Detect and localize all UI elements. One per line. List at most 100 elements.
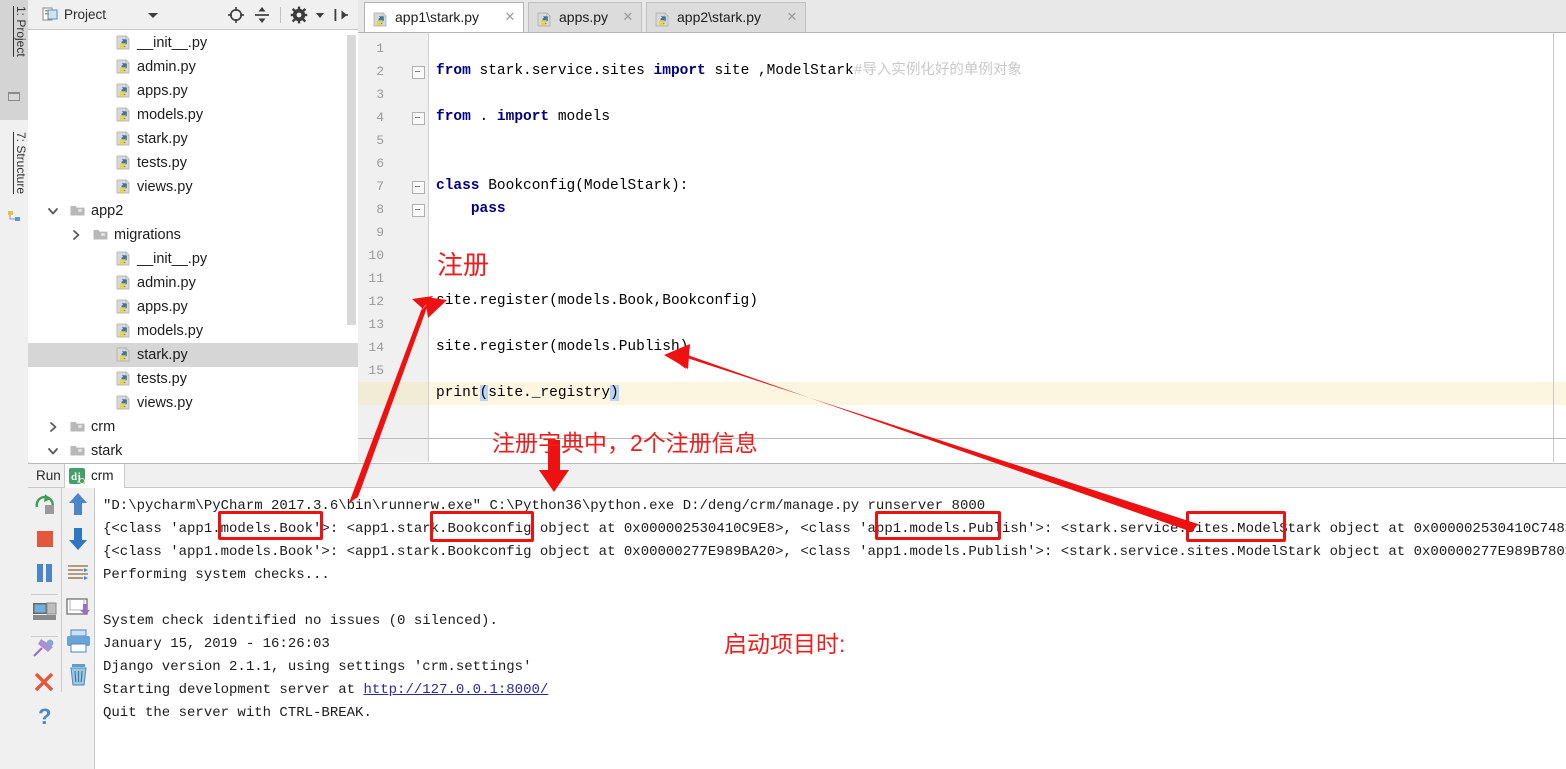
- tree-node-label: tests.py: [137, 371, 187, 387]
- annotation-register: 注册: [437, 250, 490, 280]
- tree-node-admin-py[interactable]: admin.py: [28, 271, 358, 295]
- stop-button[interactable]: [28, 522, 61, 556]
- console-line: Django version 2.1.1, using settings 'cr…: [103, 656, 531, 679]
- python-file-icon: [115, 274, 132, 291]
- editor-tab-label: app1\stark.py: [395, 9, 480, 25]
- highlight-box-models-book: [218, 511, 323, 540]
- python-file-icon: [654, 9, 671, 27]
- tree-node-models-py[interactable]: models.py: [28, 319, 358, 343]
- python-file-icon: [115, 250, 132, 267]
- tree-node-label: crm: [91, 419, 116, 435]
- tool-window-tab-structure-label: 7: Structure: [14, 132, 28, 195]
- line-number: 7: [376, 179, 384, 194]
- clear-all-button[interactable]: [62, 658, 95, 692]
- collapse-all-icon[interactable]: [251, 4, 273, 26]
- tree-node-views-py[interactable]: views.py: [28, 391, 358, 415]
- code-token: class: [436, 178, 489, 194]
- console-button[interactable]: [28, 594, 61, 628]
- tree-node-label: stark.py: [137, 347, 188, 363]
- editor-right-border: [1553, 33, 1554, 462]
- code-token: Bookconfig(ModelStark):: [488, 178, 689, 194]
- locate-icon[interactable]: [225, 4, 247, 26]
- code-fold-marker[interactable]: [412, 204, 425, 217]
- settings-gear-icon[interactable]: [289, 4, 311, 26]
- close-icon[interactable]: ✕: [622, 10, 634, 23]
- project-tree[interactable]: __init__.py admin.py apps.py models.py stark…: [28, 31, 358, 462]
- editor-gutter[interactable]: 12345678910111213141516: [358, 33, 429, 462]
- tree-node-admin-py[interactable]: admin.py: [28, 55, 358, 79]
- code-fold-marker[interactable]: [412, 181, 425, 194]
- code-token: pass: [470, 201, 506, 217]
- code-token: (: [479, 385, 489, 401]
- run-toolbar: ?: [28, 488, 95, 769]
- chevron-down-icon[interactable]: [46, 439, 60, 462]
- tree-node-views-py[interactable]: views.py: [28, 175, 358, 199]
- tree-node-label: models.py: [137, 323, 204, 339]
- editor-tab-apps-py[interactable]: apps.py ✕: [528, 2, 642, 32]
- chevron-down-icon[interactable]: [46, 199, 60, 223]
- print-button[interactable]: [62, 624, 95, 658]
- close-icon[interactable]: ✕: [504, 10, 516, 23]
- toolbar-divider: [280, 7, 282, 23]
- code-line-16: print(site._registry): [436, 382, 619, 405]
- project-panel-title: Project: [64, 7, 107, 22]
- python-file-icon: [115, 298, 132, 315]
- editor-tab-label: app2\stark.py: [677, 9, 762, 25]
- tree-node-apps-py[interactable]: apps.py: [28, 79, 358, 103]
- tree-node-tests-py[interactable]: tests.py: [28, 151, 358, 175]
- rerun-button[interactable]: [28, 488, 61, 522]
- line-number: 12: [368, 294, 384, 309]
- chevron-right-icon[interactable]: [69, 223, 83, 247]
- scroll-up-button[interactable]: [62, 488, 95, 522]
- python-file-icon: [115, 346, 132, 363]
- code-editor[interactable]: 12345678910111213141516 from stark.servi…: [358, 33, 1566, 462]
- editor-tab-bar: app1\stark.py ✕ apps.py ✕ app2\stark.py ✕: [358, 0, 1566, 33]
- tree-node-label: apps.py: [137, 299, 188, 315]
- structure-icon: [8, 211, 20, 221]
- hide-window-icon[interactable]: [330, 4, 352, 26]
- tree-node-apps-py[interactable]: apps.py: [28, 295, 358, 319]
- tree-node-tests-py[interactable]: tests.py: [28, 367, 358, 391]
- editor-tab-app1-stark-py[interactable]: app1\stark.py ✕: [364, 2, 524, 32]
- folder-icon: [69, 418, 86, 435]
- tree-node-models-py[interactable]: models.py: [28, 103, 358, 127]
- project-header-toolbar: [225, 4, 352, 26]
- tree-node-crm[interactable]: crm: [28, 415, 358, 439]
- tree-node-stark-py[interactable]: stark.py: [28, 343, 358, 367]
- soft-wrap-button[interactable]: [62, 556, 95, 590]
- export-button[interactable]: [62, 590, 95, 624]
- pin-button[interactable]: [28, 632, 61, 666]
- code-fold-marker[interactable]: [412, 112, 425, 125]
- close-icon[interactable]: ✕: [786, 10, 798, 23]
- console-line: {<class 'app1.models.Book'>: <app1.stark…: [103, 541, 1566, 564]
- pause-button[interactable]: [28, 556, 61, 590]
- close-button[interactable]: [28, 666, 61, 700]
- code-token: site.register(models.Book,Bookconfig): [436, 293, 758, 309]
- code-fold-marker[interactable]: [412, 66, 425, 79]
- run-tool-window: Run dj crm ? "D:\pycharm\PyCharm 2017.3.…: [28, 463, 1566, 769]
- console-link[interactable]: http://127.0.0.1:8000/: [363, 682, 548, 698]
- console-text: Starting development server at: [103, 682, 364, 698]
- gear-dropdown-icon[interactable]: [314, 4, 326, 26]
- tool-window-tab-structure[interactable]: 7: Structure: [0, 126, 28, 244]
- line-number: 5: [376, 133, 384, 148]
- folder-icon: [69, 202, 86, 219]
- chevron-down-icon[interactable]: [148, 13, 158, 18]
- console-text: Performing system checks...: [103, 567, 330, 583]
- run-configuration-tab[interactable]: dj crm: [64, 464, 125, 488]
- run-toolbar-right-column: [61, 488, 95, 692]
- scroll-down-button[interactable]: [62, 522, 95, 556]
- chevron-right-icon[interactable]: [46, 415, 60, 439]
- editor-code-area[interactable]: from stark.service.sites import site ,Mo…: [429, 33, 1566, 462]
- help-button[interactable]: ?: [28, 700, 61, 734]
- tree-node-app2[interactable]: app2: [28, 199, 358, 223]
- tree-node-migrations[interactable]: migrations: [28, 223, 358, 247]
- tree-node---init---py[interactable]: __init__.py: [28, 31, 358, 55]
- code-token: print: [436, 385, 480, 401]
- tree-node-stark[interactable]: stark: [28, 439, 358, 462]
- line-number: 9: [376, 225, 384, 240]
- tree-node-stark-py[interactable]: stark.py: [28, 127, 358, 151]
- tree-node---init---py[interactable]: __init__.py: [28, 247, 358, 271]
- project-tree-scrollbar[interactable]: [347, 35, 356, 325]
- editor-tab-app2-stark-py[interactable]: app2\stark.py ✕: [646, 2, 806, 32]
